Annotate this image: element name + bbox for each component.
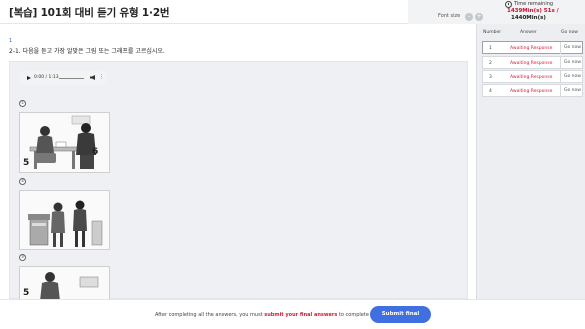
audio-progress-track[interactable] — [59, 78, 84, 79]
question-content: 0:00 / 1:13 ⋮ ① 5 6 ② ③ 5 — [9, 61, 468, 300]
page-title: [복습] 101회 대비 듣기 유형 1·2번 — [9, 7, 170, 19]
instructions-highlight: submit your final answers — [264, 312, 338, 318]
answer-row[interactable]: 1 Awaiting Response Go now — [482, 41, 583, 54]
answer-row[interactable]: 2 Awaiting Response Go now — [482, 56, 583, 69]
answer-sheet: Number Answer Go now 1 Awaiting Response… — [476, 24, 585, 299]
go-now-button[interactable]: Go now — [560, 85, 584, 97]
audio-player[interactable]: 0:00 / 1:13 ⋮ — [19, 71, 107, 85]
office-scene-illustration: 5 6 — [20, 113, 109, 172]
header-answer: Answer — [520, 30, 537, 35]
more-options-icon[interactable]: ⋮ — [99, 74, 104, 80]
row-number: 1 — [489, 46, 492, 51]
instructions-prefix: After completing all the answers, you mu… — [155, 312, 265, 318]
font-increase-button[interactable]: + — [475, 13, 483, 21]
option-1-number-left: 5 — [23, 158, 29, 168]
timer-remaining: 1439Min(s) 51s / — [507, 8, 559, 14]
row-number: 3 — [489, 75, 492, 80]
row-status: Awaiting Response — [510, 46, 553, 51]
volume-icon[interactable] — [90, 75, 95, 80]
submit-final-answer-button[interactable]: Submit final answer — [370, 306, 431, 329]
go-now-button[interactable]: Go now — [560, 42, 584, 54]
font-decrease-button[interactable]: - — [465, 13, 473, 21]
option-3-number-left: 5 — [23, 288, 29, 298]
row-status: Awaiting Response — [510, 89, 553, 94]
go-now-button[interactable]: Go now — [560, 57, 584, 69]
phone-scene-illustration: 5 — [20, 267, 109, 299]
timer: Time remaining 1439Min(s) 51s / 1440Min(… — [503, 0, 585, 24]
option-2-marker[interactable]: ② — [19, 178, 26, 185]
option-2-image[interactable] — [19, 190, 110, 250]
font-size-label: Font size — [438, 13, 461, 19]
answer-table-header: Number Answer Go now — [477, 29, 585, 38]
play-icon[interactable] — [27, 76, 31, 80]
question-number: 1 — [9, 38, 13, 44]
row-status: Awaiting Response — [510, 61, 553, 66]
option-1-number-right: 6 — [92, 147, 98, 157]
header-number: Number — [483, 30, 502, 35]
answer-row[interactable]: 3 Awaiting Response Go now — [482, 70, 583, 83]
clock-icon — [505, 1, 512, 8]
option-1-image[interactable]: 5 6 — [19, 112, 110, 173]
go-now-button[interactable]: Go now — [560, 71, 584, 83]
timer-label: Time remaining — [514, 1, 554, 7]
row-number: 2 — [489, 61, 492, 66]
option-3-marker[interactable]: ③ — [19, 254, 26, 261]
footer-bar: After completing all the answers, you mu… — [0, 299, 585, 329]
question-panel: 1 2-1. 다음을 듣고 가장 알맞은 그림 또는 그래프를 고르십시오. 0… — [0, 24, 476, 300]
header-go: Go now — [561, 30, 578, 35]
row-status: Awaiting Response — [510, 75, 553, 80]
question-prompt: 2-1. 다음을 듣고 가장 알맞은 그림 또는 그래프를 고르십시오. — [9, 48, 165, 55]
answer-row[interactable]: 4 Awaiting Response Go now — [482, 84, 583, 97]
row-number: 4 — [489, 89, 492, 94]
option-3-image[interactable]: 5 — [19, 266, 110, 300]
option-1-marker[interactable]: ① — [19, 100, 26, 107]
timer-total: 1440Min(s) — [511, 15, 546, 21]
header-bar: [복습] 101회 대비 듣기 유형 1·2번 Font size - + Ti… — [0, 0, 585, 24]
submit-instructions: After completing all the answers, you mu… — [155, 312, 396, 318]
copier-scene-illustration — [20, 191, 109, 249]
audio-time: 0:00 / 1:13 — [34, 75, 59, 80]
